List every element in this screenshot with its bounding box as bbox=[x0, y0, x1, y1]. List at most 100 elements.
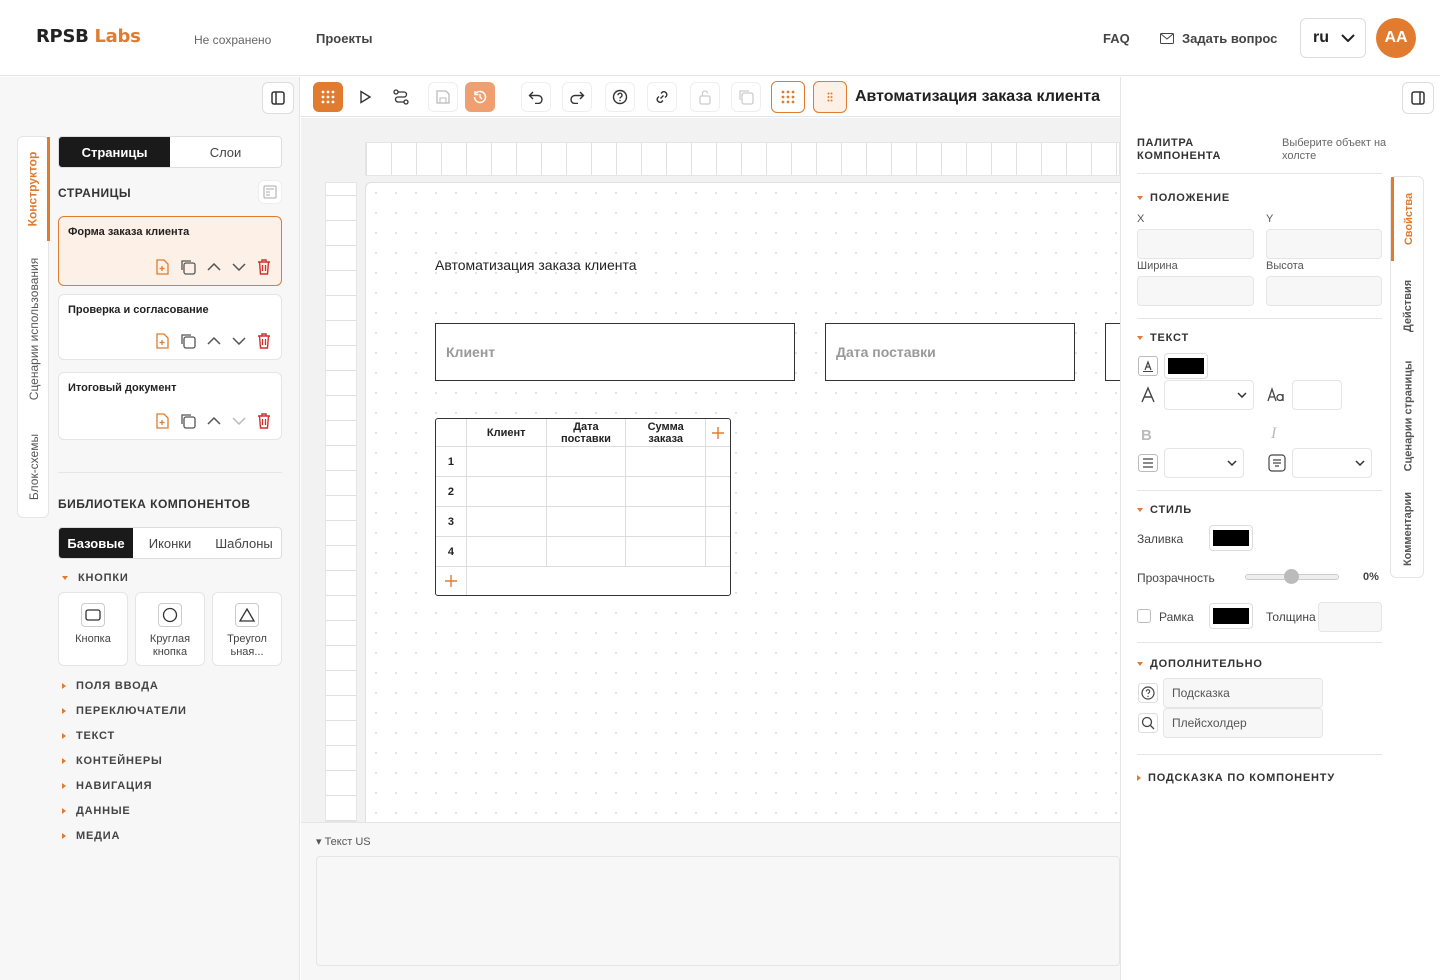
help-button[interactable] bbox=[605, 82, 635, 112]
user-story-textarea[interactable] bbox=[316, 856, 1120, 966]
trash-icon[interactable] bbox=[257, 259, 271, 275]
table-cell[interactable] bbox=[547, 507, 627, 536]
add-row-button[interactable] bbox=[436, 567, 467, 595]
copy-icon[interactable] bbox=[180, 259, 196, 275]
tab-basic[interactable]: Базовые bbox=[59, 528, 133, 558]
category-text[interactable]: ТЕКСТ bbox=[62, 730, 115, 742]
user-story-toggle[interactable]: ▾ Текст US bbox=[316, 835, 371, 848]
vertical-align-select[interactable] bbox=[1292, 448, 1372, 478]
table-cell[interactable] bbox=[706, 477, 730, 506]
italic-icon[interactable]: I bbox=[1271, 425, 1276, 443]
table-row[interactable]: 3 bbox=[436, 507, 730, 537]
table-cell[interactable] bbox=[467, 447, 547, 476]
table-cell[interactable] bbox=[467, 507, 547, 536]
width-input[interactable] bbox=[1137, 276, 1254, 306]
project-title[interactable]: Автоматизация заказа клиента bbox=[855, 88, 1115, 106]
avatar[interactable]: AA bbox=[1376, 18, 1416, 58]
drag-handle-button[interactable] bbox=[813, 81, 847, 113]
component-button[interactable]: Кнопка bbox=[58, 592, 128, 666]
y-input[interactable] bbox=[1266, 229, 1382, 259]
lock-button[interactable] bbox=[690, 82, 720, 112]
table-cell[interactable] bbox=[547, 477, 627, 506]
canvas-input-date[interactable]: Дата поставки bbox=[825, 323, 1075, 381]
table-cell[interactable] bbox=[547, 447, 627, 476]
grid-toggle-button[interactable] bbox=[771, 81, 805, 113]
section-style[interactable]: СТИЛЬ bbox=[1137, 504, 1192, 516]
canvas-input-client[interactable]: Клиент bbox=[435, 323, 795, 381]
section-text[interactable]: ТЕКСТ bbox=[1137, 332, 1189, 344]
chevron-up-icon[interactable] bbox=[207, 337, 221, 345]
table-cell[interactable] bbox=[626, 507, 707, 536]
collapse-left-panel-button[interactable] bbox=[262, 82, 294, 114]
page-card[interactable]: Итоговый документ bbox=[58, 372, 282, 440]
canvas-table[interactable]: Клиент Дата поставки Сумма заказа 1 2 3 … bbox=[435, 418, 731, 596]
table-row[interactable]: 1 bbox=[436, 447, 730, 477]
table-cell[interactable] bbox=[626, 477, 707, 506]
border-checkbox[interactable] bbox=[1137, 609, 1151, 623]
opacity-slider-thumb[interactable] bbox=[1284, 569, 1299, 584]
faq-link[interactable]: FAQ bbox=[1103, 31, 1130, 46]
placeholder-input[interactable]: Плейсхолдер bbox=[1163, 708, 1323, 738]
text-color-swatch[interactable] bbox=[1164, 353, 1208, 379]
chevron-down-icon[interactable] bbox=[232, 263, 246, 271]
vtab-page-scenarios[interactable]: Сценарии страницы bbox=[1391, 351, 1425, 481]
thickness-input[interactable] bbox=[1318, 602, 1382, 632]
redo-button[interactable] bbox=[562, 82, 592, 112]
save-button[interactable] bbox=[428, 82, 458, 112]
border-color-swatch[interactable] bbox=[1209, 603, 1253, 629]
component-triangle-button[interactable]: Треугол ьная... bbox=[212, 592, 282, 666]
category-inputs[interactable]: ПОЛЯ ВВОДА bbox=[62, 680, 159, 692]
link-button[interactable] bbox=[647, 82, 677, 112]
chevron-down-icon[interactable] bbox=[232, 417, 246, 425]
vtab-flowcharts[interactable]: Блок-схемы bbox=[18, 417, 50, 517]
ask-question-link[interactable]: Задать вопрос bbox=[1160, 31, 1277, 46]
height-input[interactable] bbox=[1266, 276, 1382, 306]
page-card[interactable]: Форма заказа клиента bbox=[58, 216, 282, 286]
component-round-button[interactable]: Круглая кнопка bbox=[135, 592, 205, 666]
category-containers[interactable]: КОНТЕЙНЕРЫ bbox=[62, 755, 163, 767]
flow-button[interactable] bbox=[386, 82, 416, 112]
table-cell[interactable] bbox=[626, 537, 707, 566]
add-column-button[interactable] bbox=[706, 419, 730, 446]
table-header[interactable]: Дата поставки bbox=[547, 419, 627, 446]
vtab-comments[interactable]: Комментарии bbox=[1391, 481, 1425, 577]
vtab-constructor[interactable]: Конструктор bbox=[18, 137, 50, 241]
language-select[interactable]: ru bbox=[1300, 18, 1366, 58]
history-button[interactable] bbox=[465, 82, 495, 112]
bold-icon[interactable]: B bbox=[1141, 427, 1152, 444]
page-card[interactable]: Проверка и согласование bbox=[58, 294, 282, 360]
canvas-input-partial[interactable] bbox=[1105, 323, 1120, 381]
undo-button[interactable] bbox=[521, 82, 551, 112]
table-cell[interactable] bbox=[467, 477, 547, 506]
tab-icons[interactable]: Иконки bbox=[133, 528, 207, 558]
logo[interactable]: RPSB Labs bbox=[36, 26, 141, 47]
table-cell[interactable] bbox=[626, 447, 707, 476]
category-media[interactable]: МЕДИА bbox=[62, 830, 120, 842]
vtab-properties[interactable]: Свойства bbox=[1391, 177, 1425, 261]
font-size-input[interactable] bbox=[1292, 380, 1342, 410]
text-align-select[interactable] bbox=[1164, 448, 1244, 478]
section-position[interactable]: ПОЛОЖЕНИЕ bbox=[1137, 192, 1230, 204]
vtab-actions[interactable]: Действия bbox=[1391, 261, 1425, 351]
section-extra[interactable]: ДОПОЛНИТЕЛЬНО bbox=[1137, 658, 1263, 670]
add-file-icon[interactable] bbox=[155, 259, 169, 275]
tab-pages[interactable]: Страницы bbox=[59, 137, 170, 167]
copy-icon[interactable] bbox=[180, 413, 196, 429]
table-header[interactable]: Сумма заказа bbox=[626, 419, 707, 446]
tab-templates[interactable]: Шаблоны bbox=[207, 528, 281, 558]
chevron-up-icon[interactable] bbox=[207, 263, 221, 271]
font-family-select[interactable] bbox=[1164, 380, 1254, 410]
table-cell[interactable] bbox=[547, 537, 627, 566]
table-cell[interactable] bbox=[706, 447, 730, 476]
category-buttons[interactable]: КНОПКИ bbox=[62, 572, 129, 584]
trash-icon[interactable] bbox=[257, 413, 271, 429]
add-file-icon[interactable] bbox=[155, 333, 169, 349]
tab-layers[interactable]: Слои bbox=[170, 137, 281, 167]
fill-color-swatch[interactable] bbox=[1209, 525, 1253, 551]
add-file-icon[interactable] bbox=[155, 413, 169, 429]
tooltip-input[interactable]: Подсказка bbox=[1163, 678, 1323, 708]
collapse-right-panel-button[interactable] bbox=[1402, 82, 1434, 114]
table-cell[interactable] bbox=[706, 507, 730, 536]
category-data[interactable]: ДАННЫЕ bbox=[62, 805, 131, 817]
category-navigation[interactable]: НАВИГАЦИЯ bbox=[62, 780, 152, 792]
